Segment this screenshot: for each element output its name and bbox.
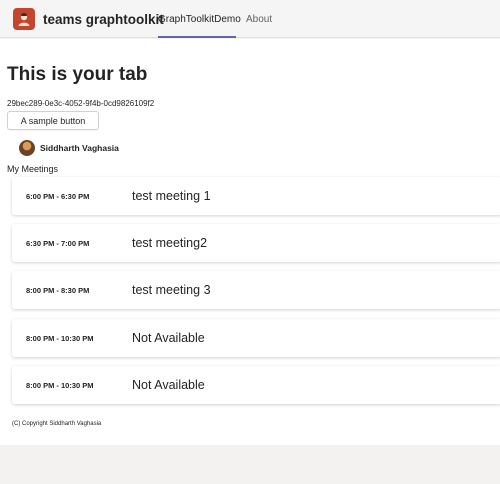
sample-button[interactable]: A sample button <box>7 111 99 130</box>
meeting-title: Not Available <box>132 331 205 345</box>
meeting-card[interactable]: 6:00 PM - 6:30 PM test meeting 1 <box>12 177 500 215</box>
app-name: teams graphtoolkit <box>43 12 164 27</box>
meeting-time: 8:00 PM - 10:30 PM <box>26 381 94 390</box>
meeting-card[interactable]: 8:00 PM - 10:30 PM Not Available <box>12 319 500 357</box>
meeting-title: test meeting 3 <box>132 283 211 297</box>
tab-content: This is your tab 29bec289-0e3c-4052-9f4b… <box>0 39 500 445</box>
meeting-card[interactable]: 8:00 PM - 10:30 PM Not Available <box>12 366 500 404</box>
id-text: 29bec289-0e3c-4052-9f4b-0cd9826109f2 <box>7 99 155 108</box>
meetings-heading: My Meetings <box>7 164 59 174</box>
meeting-card[interactable]: 6:30 PM - 7:00 PM test meeting2 <box>12 224 500 262</box>
app-logo-icon <box>13 8 35 30</box>
meeting-time: 6:30 PM - 7:00 PM <box>26 239 90 248</box>
meeting-card[interactable]: 8:00 PM - 8:30 PM test meeting 3 <box>12 271 500 309</box>
meeting-title: test meeting 1 <box>132 189 211 203</box>
meeting-time: 8:00 PM - 8:30 PM <box>26 286 90 295</box>
person-name: Siddharth Vaghasia <box>40 143 119 153</box>
meeting-title: test meeting2 <box>132 236 208 250</box>
meeting-time: 6:00 PM - 6:30 PM <box>26 192 90 201</box>
page-title: This is your tab <box>7 64 148 85</box>
meeting-title: Not Available <box>132 378 205 392</box>
app-header: teams graphtoolkit GraphToolkitDemo Abou… <box>0 0 500 38</box>
avatar <box>19 140 35 156</box>
meeting-time: 8:00 PM - 10:30 PM <box>26 334 94 343</box>
tab-graphtoolkitdemo[interactable]: GraphToolkitDemo <box>158 14 241 38</box>
copyright-text: (C) Copyright Siddharth Vaghasia <box>12 421 102 427</box>
tab-about[interactable]: About <box>246 14 272 38</box>
